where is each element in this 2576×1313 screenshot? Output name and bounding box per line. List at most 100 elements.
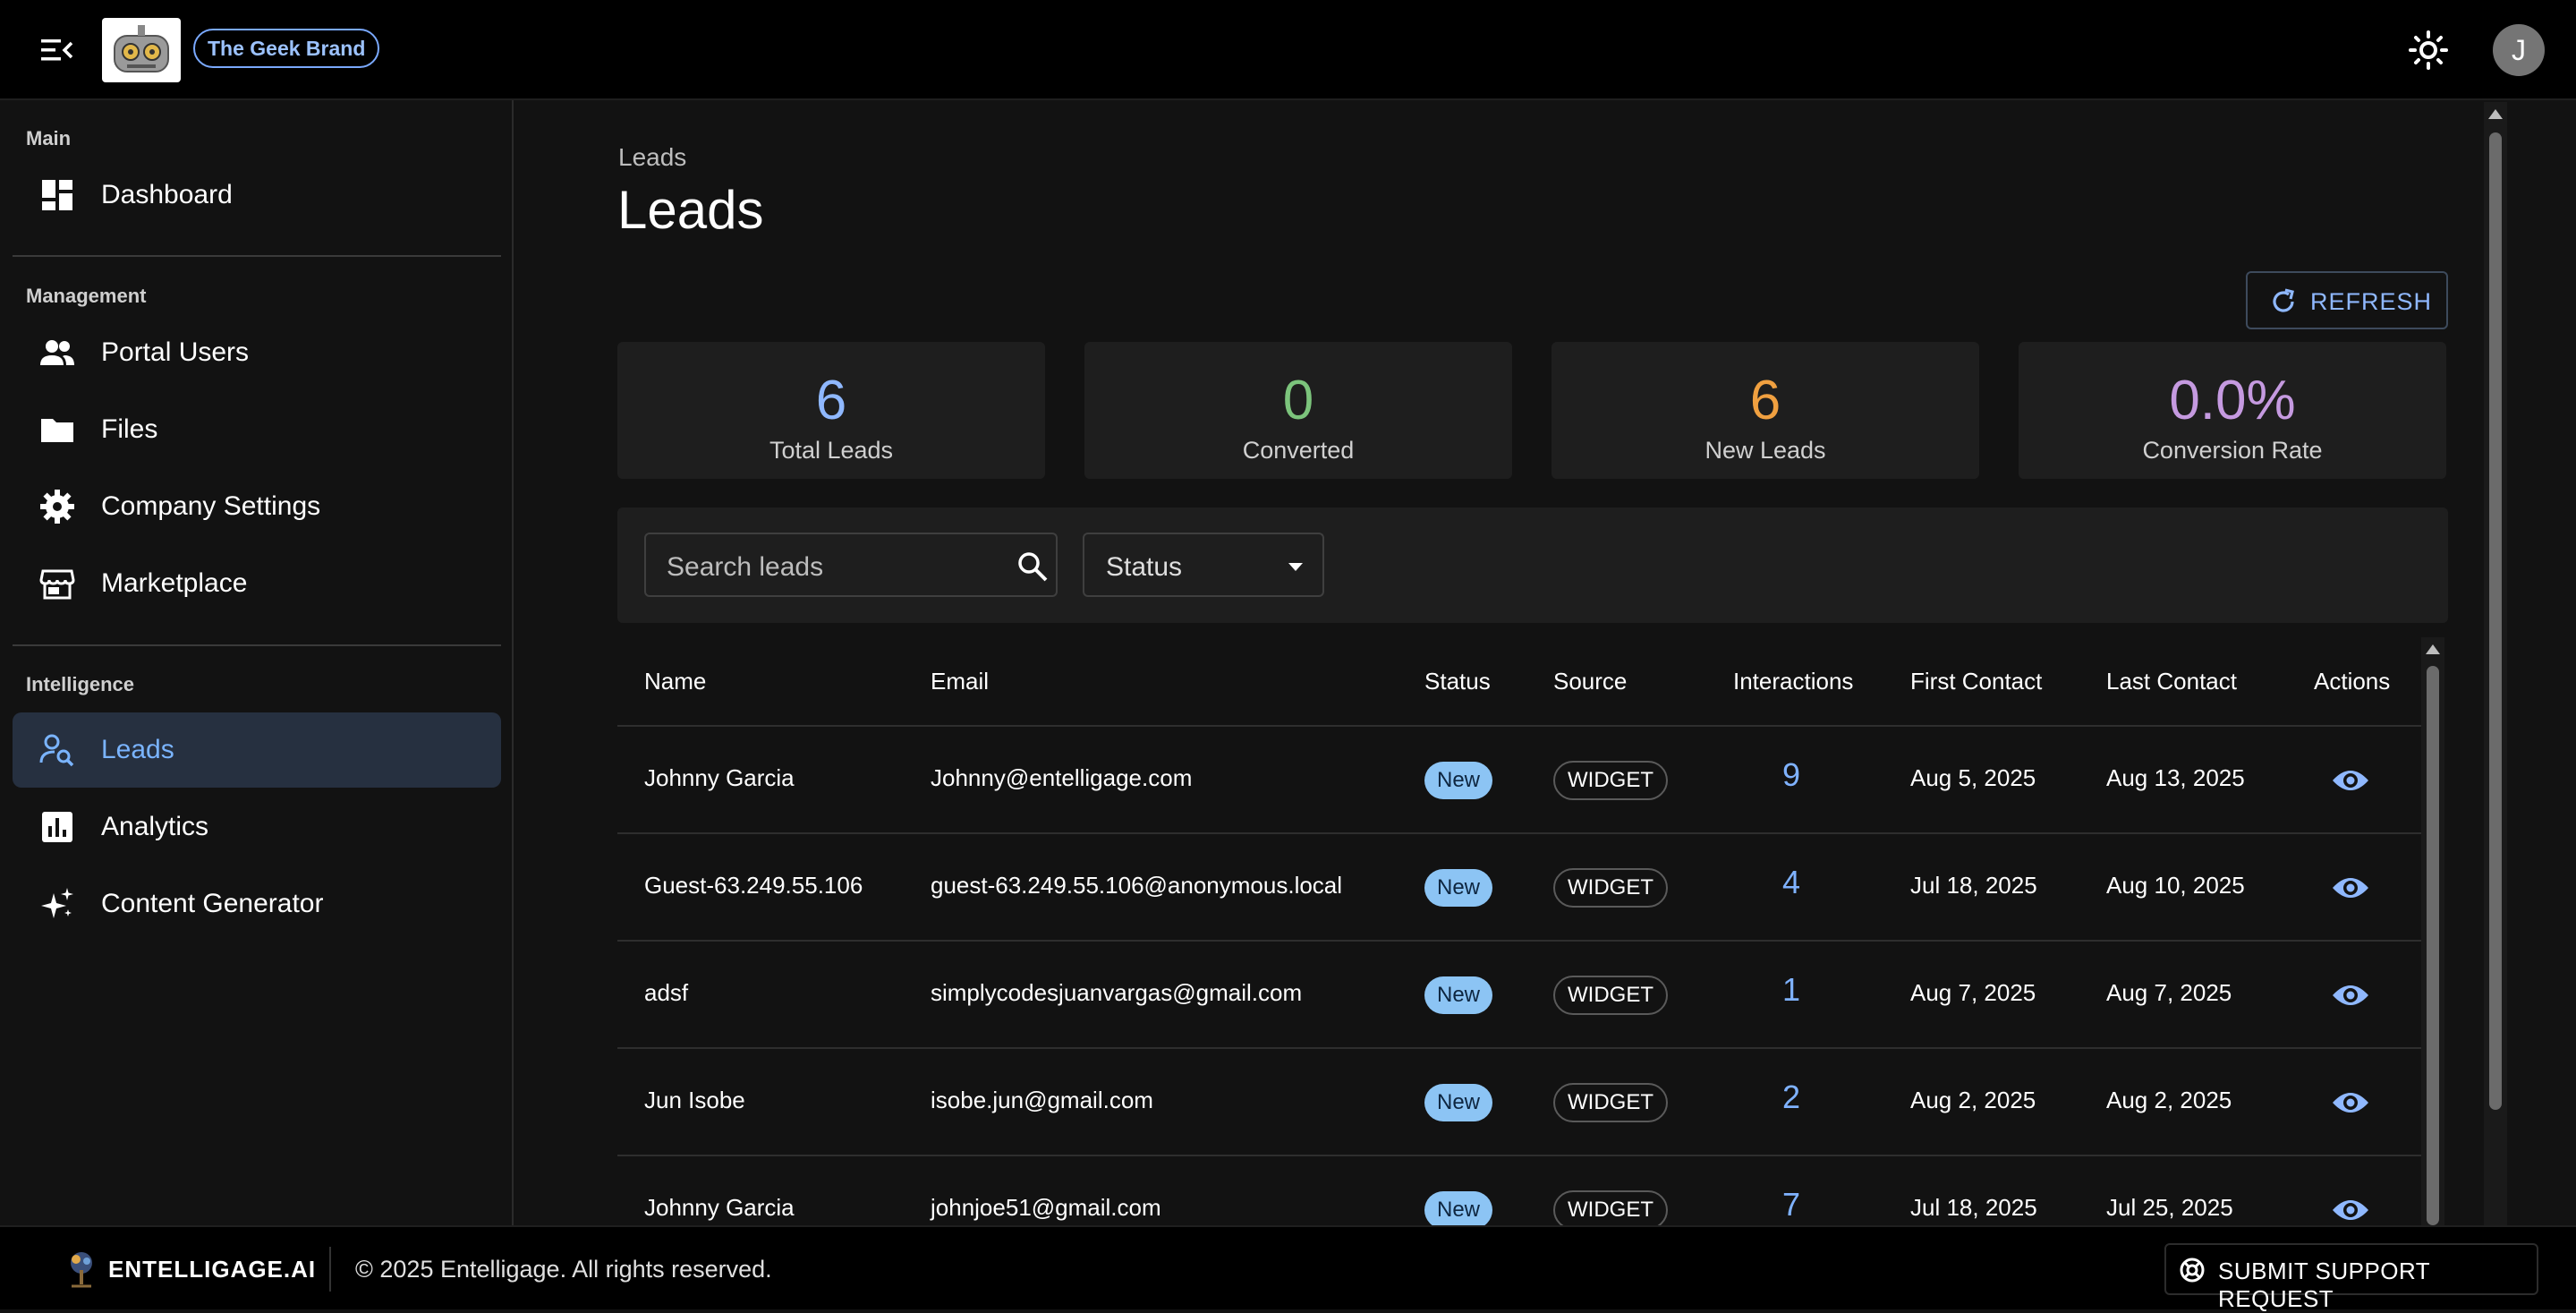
brand-logo[interactable] [102,18,181,82]
source-chip: WIDGET [1553,868,1668,908]
column-header-interactions[interactable]: Interactions [1733,668,1853,695]
sparkle-icon [39,886,75,922]
stat-label: New Leads [1705,437,1826,464]
view-lead-eye-icon[interactable] [2332,872,2369,904]
sidebar-item-label: Company Settings [101,491,321,521]
scroll-up-arrow-icon[interactable] [2425,643,2441,655]
entelligage-logo [64,1250,98,1288]
sidebar-item-label: Dashboard [101,180,233,209]
filter-bar: Search leads Status [617,507,2448,623]
status-badge: New [1424,1084,1493,1121]
source-chip: WIDGET [1553,976,1668,1015]
sidebar-section-main: Main [26,127,72,149]
person-search-icon [39,732,75,768]
stat-value: 6 [815,370,847,431]
source-chip: WIDGET [1553,1190,1668,1225]
page-scrollbar-thumb[interactable] [2489,132,2502,1110]
last-contact-date: Aug 7, 2025 [2106,979,2232,1006]
breadcrumb: Leads [618,143,687,171]
stat-value: 6 [1749,370,1781,431]
column-header-email[interactable]: Email [931,668,989,695]
source-chip: WIDGET [1553,761,1668,800]
support-lifebuoy-icon [2179,1257,2206,1283]
status-badge: New [1424,869,1493,907]
interactions-count: 7 [1781,1186,1801,1223]
dashboard-icon [39,177,75,213]
table-scrollbar[interactable] [2421,637,2444,1225]
sidebar-item-label: Analytics [101,812,209,841]
column-header-actions: Actions [2314,668,2391,695]
search-input[interactable]: Search leads [644,533,1058,597]
sidebar-item-company-settings[interactable]: Company Settings [13,469,501,544]
search-icon[interactable] [1015,549,1050,584]
sidebar-item-files[interactable]: Files [13,392,501,467]
sidebar-item-marketplace[interactable]: Marketplace [13,546,501,621]
sidebar-divider [13,255,501,257]
store-icon [39,566,75,601]
column-header-source[interactable]: Source [1553,668,1627,695]
bar-chart-icon [39,809,75,845]
scroll-up-arrow-icon[interactable] [2487,107,2504,120]
page-title: Leads [617,180,764,240]
table-row[interactable]: Jun Isobe isobe.jun@gmail.com New WIDGET… [617,1049,2421,1156]
folder-icon [39,412,75,448]
last-contact-date: Aug 13, 2025 [2106,764,2245,791]
stat-card-new-leads: 6 New Leads [1552,342,1979,479]
sidebar-item-dashboard[interactable]: Dashboard [13,158,501,233]
people-icon [39,335,75,371]
sidebar: Main Dashboard Management Portal Users F… [0,100,514,1225]
lead-name: Guest-63.249.55.106 [644,872,863,899]
footer-brand: ENTELLIGAGE.AI [108,1256,317,1283]
stat-value: 0 [1282,370,1314,431]
status-badge: New [1424,1191,1493,1225]
column-header-name[interactable]: Name [644,668,706,695]
refresh-button[interactable]: REFRESH [2246,271,2448,329]
status-filter-select[interactable]: Status [1083,533,1324,597]
view-lead-eye-icon[interactable] [2332,1087,2369,1119]
lead-name: Johnny Garcia [644,1194,795,1221]
gear-icon [39,489,75,524]
sidebar-item-portal-users[interactable]: Portal Users [13,315,501,390]
lead-email: simplycodesjuanvargas@gmail.com [931,979,1303,1006]
caret-down-icon [1287,558,1305,576]
table-row[interactable]: Guest-63.249.55.106 guest-63.249.55.106@… [617,834,2421,942]
menu-collapse-icon[interactable] [39,34,73,66]
column-header-last-contact[interactable]: Last Contact [2106,668,2237,695]
sidebar-divider [13,644,501,646]
brand-chip[interactable]: The Geek Brand [193,29,380,68]
lead-name: Jun Isobe [644,1087,745,1113]
support-label: SUBMIT SUPPORT REQUEST [2218,1258,2430,1312]
submit-support-request-button[interactable]: SUBMIT SUPPORT REQUEST [2164,1243,2538,1312]
stat-label: Conversion Rate [2142,437,2323,464]
interactions-count: 4 [1781,864,1801,900]
sidebar-item-label: Leads [101,735,174,764]
lead-name: adsf [644,979,689,1006]
interactions-count: 2 [1781,1079,1801,1115]
sidebar-item-label: Files [101,414,158,444]
table-scrollbar-thumb[interactable] [2427,666,2439,1225]
table-row[interactable]: Johnny Garcia johnjoe51@gmail.com New WI… [617,1156,2421,1225]
column-header-status[interactable]: Status [1424,668,1491,695]
lead-email: isobe.jun@gmail.com [931,1087,1153,1113]
light-mode-icon[interactable] [2409,30,2448,70]
sidebar-item-content-generator[interactable]: Content Generator [13,866,501,942]
table-row[interactable]: Johnny Garcia Johnny@entelligage.com New… [617,727,2421,834]
page-scrollbar[interactable] [2484,102,2507,1225]
table-header: Name Email Status Source Interactions Fi… [617,637,2421,727]
user-avatar[interactable]: J [2493,24,2545,76]
status-badge: New [1424,976,1493,1014]
column-header-first-contact[interactable]: First Contact [1910,668,2042,695]
view-lead-eye-icon[interactable] [2332,764,2369,797]
view-lead-eye-icon[interactable] [2332,1194,2369,1225]
footer-copyright: © 2025 Entelligage. All rights reserved. [355,1256,772,1283]
status-filter-label: Status [1106,552,1183,582]
interactions-count: 9 [1781,756,1801,793]
table-row[interactable]: adsf simplycodesjuanvargas@gmail.com New… [617,942,2421,1049]
sidebar-item-analytics[interactable]: Analytics [13,789,501,865]
stat-label: Total Leads [769,437,894,464]
refresh-label: REFRESH [2310,288,2433,315]
view-lead-eye-icon[interactable] [2332,979,2369,1011]
lead-email: Johnny@entelligage.com [931,764,1193,791]
sidebar-item-leads[interactable]: Leads [13,712,501,788]
first-contact-date: Aug 7, 2025 [1910,979,2036,1006]
